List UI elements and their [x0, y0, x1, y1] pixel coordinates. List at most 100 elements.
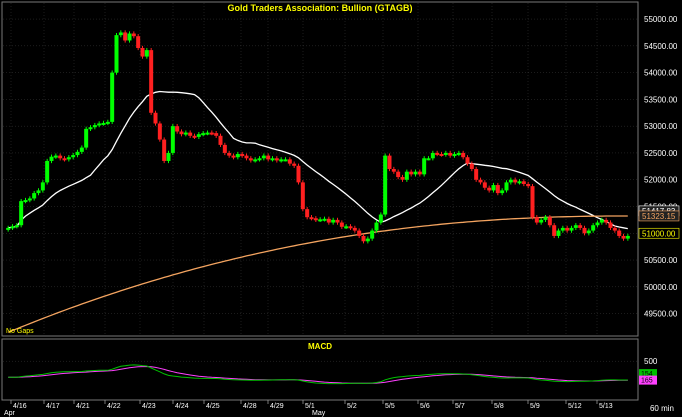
date-tick-label: 4/25: [206, 403, 220, 410]
candle-body: [97, 123, 102, 126]
candle-body: [49, 156, 54, 161]
candle-body: [227, 152, 232, 156]
macd-tick-label: 500: [644, 357, 658, 366]
price-tick-label: 50500.00: [644, 256, 678, 265]
candle-body: [543, 217, 548, 220]
candle-body: [513, 179, 518, 183]
candle-body: [240, 154, 245, 157]
candle-body: [474, 169, 479, 180]
candle-body: [335, 219, 340, 223]
candle-body: [214, 133, 219, 136]
candle-body: [244, 155, 249, 159]
gridlines: [3, 3, 637, 335]
ma-short-line: [8, 90, 628, 230]
candle-body: [118, 32, 123, 36]
candle-body: [88, 127, 93, 130]
candle-body: [608, 222, 613, 228]
price-tick-label: 50000.00: [644, 283, 678, 292]
candle-body: [45, 160, 50, 183]
candle-body: [279, 159, 284, 162]
price-tick-label: 54500.00: [644, 42, 678, 51]
candle-body: [58, 155, 63, 159]
candle-body: [426, 158, 431, 161]
candle-body: [300, 182, 305, 210]
candle-body: [430, 152, 435, 159]
candle-body: [361, 235, 366, 242]
price-tick-label: 53500.00: [644, 95, 678, 104]
candle-body: [261, 155, 266, 159]
candle-body: [599, 219, 604, 223]
candle-body: [175, 126, 180, 132]
candle-body: [101, 122, 106, 125]
candle-body: [205, 132, 210, 135]
date-tick-label: 5/9: [530, 403, 540, 410]
candle-body: [196, 134, 201, 137]
candle-body: [591, 225, 596, 231]
candle-body: [374, 222, 379, 231]
candle-body: [231, 155, 236, 158]
date-tick-label: 5/13: [599, 403, 613, 410]
candle-body: [170, 126, 175, 153]
date-tick-label: 5/5: [385, 403, 395, 410]
candle-body: [266, 155, 271, 160]
candle-body: [166, 152, 171, 161]
candle-body: [6, 227, 11, 230]
candle-body: [478, 179, 483, 183]
date-tick-label: 4/23: [142, 403, 156, 410]
candle-body: [357, 230, 362, 236]
candle-body: [487, 187, 492, 191]
candle-body: [27, 198, 32, 201]
candle-body: [517, 181, 522, 184]
chart-canvas: 500154165 49500.00 50000.00 50500.00 51000.…: [1, 1, 680, 417]
candlesticks: [6, 30, 630, 244]
candle-body: [582, 227, 587, 234]
date-tick-label: 4/24: [175, 403, 189, 410]
date-axis: 4/16 4/17 4/21 4/22 4/23 4/24 4/25 4/28 4/29 5/1 5…: [4, 400, 613, 417]
candle-body: [179, 131, 184, 135]
candle-body: [573, 225, 578, 228]
candle-body: [409, 171, 414, 175]
candle-body: [595, 222, 600, 226]
candle-body: [79, 147, 84, 152]
candle-body: [344, 226, 349, 229]
candle-body: [413, 171, 418, 175]
date-tick-label: 5/2: [347, 403, 357, 410]
candle-body: [222, 144, 227, 153]
candle-body: [534, 217, 539, 223]
candle-body: [322, 218, 327, 221]
date-tick-label: 5/12: [568, 403, 582, 410]
no-gaps-label: No Gaps: [6, 328, 34, 335]
candle-body: [270, 158, 275, 161]
candle-body: [23, 200, 28, 203]
candle-body: [526, 183, 531, 187]
candle-body: [157, 123, 162, 140]
candle-body: [209, 132, 214, 135]
candle-body: [110, 72, 115, 122]
candle-body: [586, 230, 591, 234]
candle-body: [283, 159, 288, 162]
candle-body: [253, 159, 258, 162]
candle-body: [292, 163, 297, 166]
candle-body: [417, 171, 422, 175]
candle-body: [235, 154, 240, 158]
candle-body: [162, 139, 167, 161]
candle-body: [578, 225, 583, 228]
candle-body: [10, 226, 15, 229]
candle-body: [625, 235, 630, 239]
candle-body: [552, 225, 557, 236]
candle-body: [621, 235, 626, 239]
candle-body: [465, 157, 470, 164]
candle-body: [504, 182, 509, 191]
candle-body: [75, 151, 80, 156]
candle-body: [370, 230, 375, 239]
candle-body: [391, 169, 396, 172]
date-tick-label: 4/16: [13, 403, 27, 410]
candle-body: [218, 135, 223, 145]
candle-body: [378, 214, 383, 223]
candle-body: [422, 158, 427, 175]
macd-lines: 500154165: [3, 357, 658, 385]
candle-body: [348, 226, 353, 229]
candle-body: [71, 155, 76, 158]
price-tick-label: 52500.00: [644, 149, 678, 158]
candle-body: [14, 225, 19, 228]
